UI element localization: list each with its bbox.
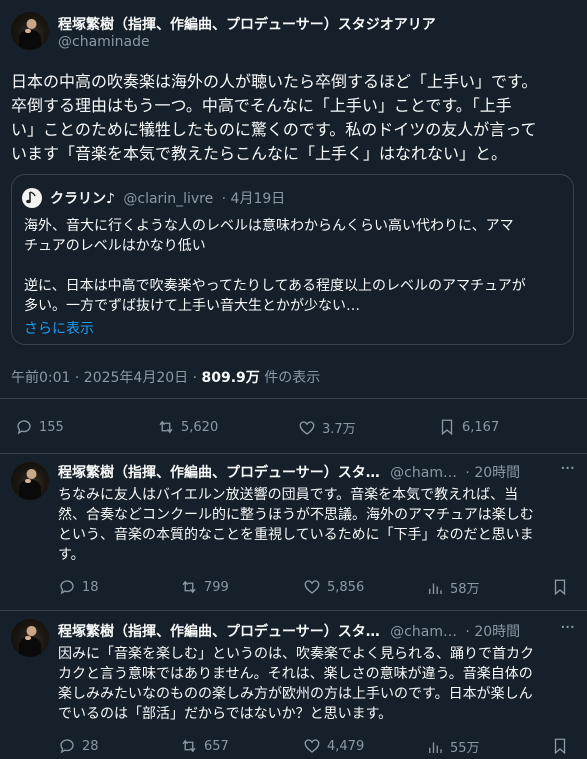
reply-header: 程塚繁樹（指揮、作編曲、プロデューサー）スタ… @cham… · 20時間	[58, 462, 520, 482]
reply-line: カクと言う意味ではありません。それは、楽しさの意味が違う。音楽自体の	[58, 666, 533, 682]
tweet-line: い」ことのために犠牲したものに驚くのです。私のドイツの友人が言って	[11, 120, 537, 139]
reply-time[interactable]: · 20時間	[465, 465, 520, 481]
quoted-tweet[interactable]: クラリン♪ @clarin_livre · 4月19日 海外、音大に行くような人…	[11, 174, 574, 345]
show-more-link[interactable]: さらに表示	[24, 318, 94, 338]
reply-avatar[interactable]	[11, 462, 49, 500]
like-button[interactable]: 3.7万	[298, 418, 356, 437]
bookmark-icon	[441, 419, 453, 436]
reply-line: 楽しみみたいなのものの楽しみ方が欧州の方は上手いのです。日本が楽しん	[58, 686, 533, 702]
reply-button[interactable]: 28	[58, 737, 99, 755]
quote-line	[24, 256, 569, 276]
reply-author-handle[interactable]: @cham…	[390, 624, 457, 640]
like-count: 3.7万	[322, 422, 356, 437]
reply-button[interactable]: 155	[15, 418, 64, 436]
reply-line: でいるのは「部活」だからではないか？と思います。	[58, 706, 393, 722]
bookmark-button[interactable]: 6,167	[438, 418, 499, 436]
quote-line: 多い。一方でずば抜けて上手い音大生とかが少ない…	[24, 298, 360, 314]
reply-text: ちなみに友人はバイエルン放送響の団員です。音楽を本気で教えれば、当 然、合奏など…	[58, 485, 580, 565]
retweet-count: 657	[204, 738, 229, 754]
quote-author-avatar	[22, 188, 42, 208]
views-count: 58万	[450, 582, 480, 597]
reply-header: 程塚繁樹（指揮、作編曲、プロデューサー）スタ… @cham… · 20時間	[58, 621, 520, 641]
views-button[interactable]: 55万	[426, 737, 480, 756]
reply-count: 28	[82, 738, 99, 754]
like-button[interactable]: 4,479	[303, 737, 364, 755]
tweet-line: います「音楽を本気で教えたらこんなに「上手く」はなれない」と。	[11, 144, 508, 163]
like-button[interactable]: 5,856	[303, 578, 364, 596]
quote-header: クラリン♪ @clarin_livre · 4月19日	[50, 188, 285, 208]
bookmark-icon	[554, 738, 566, 755]
retweet-button[interactable]: 657	[180, 737, 229, 755]
like-count: 5,856	[327, 579, 365, 595]
reply-button[interactable]: 18	[58, 578, 99, 596]
quote-line: 海外、音大に行くような人のレベルは意味わからんくらい高い代わりに、アマ	[24, 218, 514, 234]
quote-line: 逆に、日本は中高で吹奏楽やってたりしてある程度以上のレベルのアマチュアが	[24, 278, 526, 294]
reply-time[interactable]: · 20時間	[465, 624, 520, 640]
reply-author-name[interactable]: 程塚繁樹（指揮、作編曲、プロデューサー）スタ…	[58, 465, 380, 481]
bookmark-button[interactable]	[551, 578, 569, 596]
like-icon	[304, 739, 320, 753]
bookmark-button[interactable]	[551, 737, 569, 755]
reply-icon	[17, 420, 31, 435]
tweet-text: 日本の中高の吹奏楽は海外の人が聴いたら卒倒するほど「上手い」です。 卒倒する理由…	[11, 70, 581, 166]
bookmark-icon	[554, 579, 566, 596]
tweet-timestamp[interactable]: 午前0:01 · 2025年4月20日 ·	[11, 370, 202, 386]
bookmark-count: 6,167	[462, 419, 500, 435]
quote-author-handle: @clarin_livre	[123, 191, 214, 207]
retweet-button[interactable]: 5,620	[157, 418, 218, 436]
author-handle[interactable]: @chaminade	[58, 34, 150, 50]
tweet-line: 卒倒する理由はもう一つ。中高でそんなに「上手い」ことです。「上手	[11, 96, 512, 115]
reply-author-handle[interactable]: @cham…	[390, 465, 457, 481]
retweet-count: 5,620	[181, 419, 219, 435]
views-icon	[429, 742, 442, 753]
tweet-meta: 午前0:01 · 2025年4月20日 · 809.9万 件の表示	[11, 367, 320, 387]
retweet-icon	[182, 739, 196, 753]
divider	[0, 398, 587, 399]
divider	[0, 610, 587, 611]
more-icon[interactable]: ···	[560, 458, 575, 479]
reply-author-name[interactable]: 程塚繁樹（指揮、作編曲、プロデューサー）スタ…	[58, 624, 380, 640]
reply-line: ちなみに友人はバイエルン放送響の団員です。音楽を本気で教えれば、当	[58, 487, 519, 503]
quote-author-name: クラリン♪	[50, 191, 115, 207]
views-count: 55万	[450, 741, 480, 756]
reply-line: す。	[58, 547, 85, 563]
author-avatar[interactable]	[11, 12, 49, 50]
divider	[0, 453, 587, 454]
quote-text: 海外、音大に行くような人のレベルは意味わからんくらい高い代わりに、アマ チュアの…	[24, 216, 569, 316]
reply-line: という、音楽の本質的なことを重視しているために「下手」なのだと思いま	[58, 527, 534, 543]
reply-count: 155	[39, 419, 64, 435]
reply-count: 18	[82, 579, 99, 595]
views-icon	[429, 583, 442, 594]
like-count: 4,479	[327, 738, 365, 754]
like-icon	[304, 580, 320, 594]
tweet-line: 日本の中高の吹奏楽は海外の人が聴いたら卒倒するほど「上手い」です。	[11, 72, 538, 91]
views-button[interactable]: 58万	[426, 578, 480, 597]
retweet-button[interactable]: 799	[180, 578, 229, 596]
reply-text: 因みに「音楽を楽しむ」というのは、吹奏楽でよく見られる、踊りで首カク カクと言う…	[58, 644, 580, 724]
retweet-icon	[182, 580, 196, 594]
view-count: 809.9万	[201, 370, 260, 386]
reply-line: 因みに「音楽を楽しむ」というのは、吹奏楽でよく見られる、踊りで首カク	[58, 646, 534, 662]
retweet-count: 799	[204, 579, 229, 595]
quote-date: · 4月19日	[221, 191, 286, 207]
music-note-icon	[26, 191, 36, 204]
more-icon[interactable]: ···	[560, 617, 575, 638]
author-name[interactable]: 程塚繁樹（指揮、作編曲、プロデューサー）スタジオアリア	[58, 14, 436, 34]
quote-line: チュアのレベルはかなり低い	[24, 238, 206, 254]
view-suffix: 件の表示	[259, 370, 321, 386]
like-icon	[299, 420, 315, 435]
retweet-icon	[159, 420, 173, 434]
reply-line: 然、合奏などコンクール的に整うほうが不思議。海外のアマチュアは楽しむ	[58, 507, 534, 523]
reply-icon	[60, 739, 74, 754]
reply-avatar[interactable]	[11, 619, 49, 657]
reply-icon	[60, 580, 74, 595]
